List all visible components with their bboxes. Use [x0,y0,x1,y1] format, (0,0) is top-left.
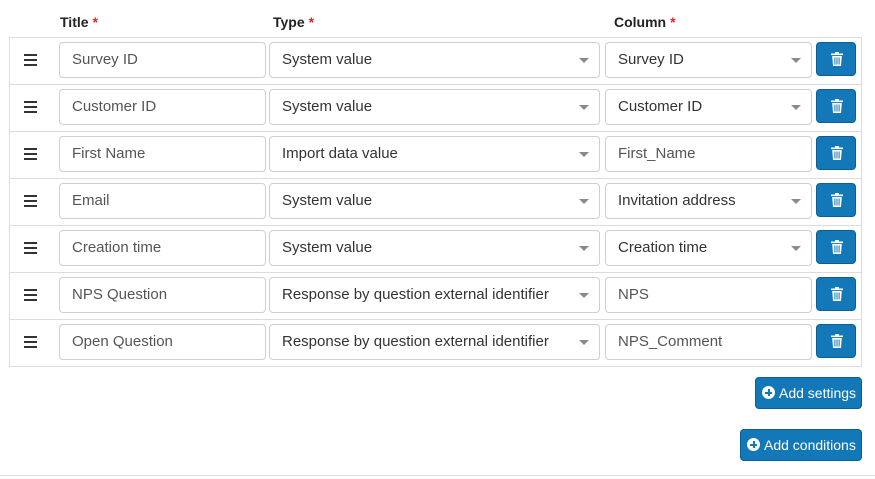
chevron-down-icon [791,246,801,251]
chevron-down-icon [579,293,589,298]
column-select[interactable]: Invitation address [605,183,812,219]
drag-handle-icon[interactable] [24,195,37,207]
chevron-down-icon [791,58,801,63]
header-column-label: Column [614,14,667,30]
mapping-table: Survey ID System value Survey ID Customer I… [9,37,862,367]
delete-row-button[interactable] [816,42,856,76]
header-title-label: Title [60,14,89,30]
chevron-down-icon [579,340,589,345]
header-type: Type * [273,14,314,30]
trash-icon [831,240,843,254]
type-select[interactable]: System value [269,42,600,78]
required-asterisk: * [92,14,98,30]
delete-row-button[interactable] [816,183,856,217]
required-asterisk: * [670,14,676,30]
delete-row-button[interactable] [816,230,856,264]
header-title: Title * [60,14,98,30]
add-settings-button[interactable]: Add settings [755,377,862,409]
title-input[interactable]: Email [59,183,266,219]
table-row: Customer ID System value Customer ID [9,84,862,131]
type-select-value: Response by question external identifier [282,333,549,350]
column-input[interactable]: NPS_Comment [605,324,812,360]
trash-icon [831,146,843,160]
delete-row-button[interactable] [816,277,856,311]
trash-icon [831,193,843,207]
column-select[interactable]: Customer ID [605,89,812,125]
column-value: NPS [618,286,649,303]
trash-icon [831,334,843,348]
title-input[interactable]: First Name [59,136,266,172]
header-column: Column * [614,14,676,30]
type-select[interactable]: System value [269,183,600,219]
drag-handle-icon[interactable] [24,289,37,301]
column-value: First_Name [618,145,696,162]
chevron-down-icon [579,199,589,204]
drag-handle-icon[interactable] [24,148,37,160]
delete-row-button[interactable] [816,324,856,358]
drag-handle-icon[interactable] [24,242,37,254]
column-value: Customer ID [618,98,703,115]
column-input[interactable]: First_Name [605,136,812,172]
plus-circle-icon [747,438,760,451]
chevron-down-icon [579,152,589,157]
type-select-value: Import data value [282,145,398,162]
table-row: NPS Question Response by question externa… [9,272,862,319]
type-select-value: System value [282,192,373,209]
type-select-value: System value [282,98,373,115]
column-select[interactable]: Survey ID [605,42,812,78]
column-select[interactable]: Creation time [605,230,812,266]
column-value: Creation time [618,239,708,256]
column-headers: Title * Type * Column * [0,14,875,32]
trash-icon [831,287,843,301]
table-row: Open Question Response by question extern… [9,319,862,367]
type-select-value: Response by question external identifier [282,286,549,303]
type-select[interactable]: System value [269,89,600,125]
title-input[interactable]: Survey ID [59,42,266,78]
add-conditions-button[interactable]: Add conditions [740,429,862,461]
drag-handle-icon[interactable] [24,101,37,113]
add-settings-label: Add settings [779,385,857,401]
drag-handle-icon[interactable] [24,336,37,348]
column-value: Survey ID [618,51,684,68]
title-input[interactable]: Customer ID [59,89,266,125]
plus-circle-icon [762,386,775,399]
title-input[interactable]: Open Question [59,324,266,360]
delete-row-button[interactable] [816,136,856,170]
title-input[interactable]: Creation time [59,230,266,266]
delete-row-button[interactable] [816,89,856,123]
divider [0,475,875,476]
type-select[interactable]: Response by question external identifier [269,277,600,313]
title-input[interactable]: NPS Question [59,277,266,313]
trash-icon [831,99,843,113]
type-select[interactable]: Import data value [269,136,600,172]
chevron-down-icon [791,105,801,110]
table-row: Email System value Invitation address [9,178,862,225]
add-conditions-label: Add conditions [764,437,856,453]
header-type-label: Type [273,14,305,30]
column-input[interactable]: NPS [605,277,812,313]
type-select[interactable]: Response by question external identifier [269,324,600,360]
type-select-value: System value [282,51,373,68]
type-select-value: System value [282,239,373,256]
table-row: First Name Import data value First_Name [9,131,862,178]
type-select[interactable]: System value [269,230,600,266]
required-asterisk: * [308,14,315,30]
chevron-down-icon [791,199,801,204]
table-row: Creation time System value Creation time [9,225,862,272]
table-row: Survey ID System value Survey ID [9,37,862,84]
column-value: Invitation address [618,192,736,209]
trash-icon [831,52,843,66]
chevron-down-icon [579,58,589,63]
column-value: NPS_Comment [618,333,723,350]
chevron-down-icon [579,246,589,251]
drag-handle-icon[interactable] [24,54,37,66]
chevron-down-icon [579,105,589,110]
